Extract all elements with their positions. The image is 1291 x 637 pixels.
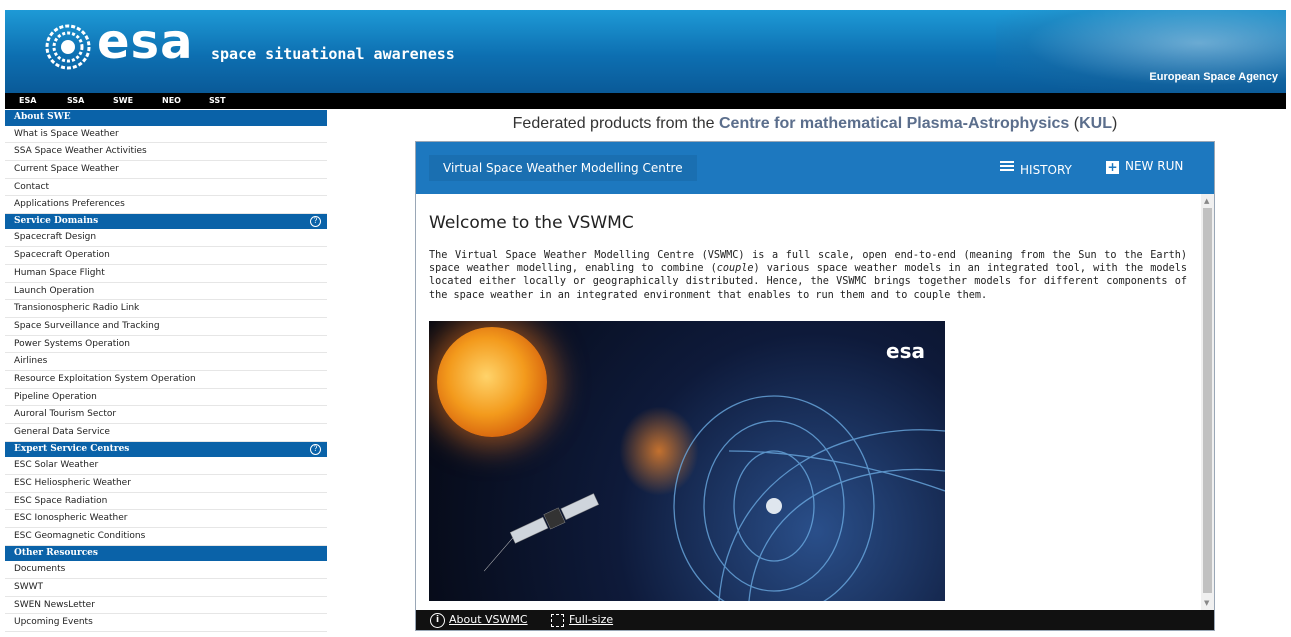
scroll-thumb[interactable]: [1203, 208, 1212, 593]
federated-prefix: Federated products from the: [512, 115, 719, 132]
site-header: esa space situational awareness European…: [5, 10, 1286, 93]
sidebar-item-auroral-tourism[interactable]: Auroral Tourism Sector: [5, 406, 327, 424]
sidebar-section-about[interactable]: About SWE: [5, 110, 327, 126]
federated-products-heading: Federated products from the Centre for m…: [415, 115, 1215, 133]
intro-emphasis: couple: [716, 263, 754, 275]
kul-link[interactable]: KUL: [1079, 115, 1112, 132]
fullscreen-icon[interactable]: [551, 614, 564, 627]
nav-neo[interactable]: NEO: [162, 96, 181, 105]
scroll-up-icon[interactable]: ▲: [1204, 197, 1209, 205]
full-size-link[interactable]: Full-size: [569, 613, 613, 626]
space-weather-hero-image: esa: [429, 321, 945, 601]
sidebar-item-esc-solar-weather[interactable]: ESC Solar Weather: [5, 457, 327, 475]
nav-ssa[interactable]: SSA: [67, 96, 84, 105]
nav-sst[interactable]: SST: [209, 96, 226, 105]
list-icon: [1000, 159, 1014, 173]
sidebar-item-upcoming-events[interactable]: Upcoming Events: [5, 614, 327, 632]
nav-esa[interactable]: ESA: [19, 96, 36, 105]
sidebar-item-spacecraft-operation[interactable]: Spacecraft Operation: [5, 247, 327, 265]
sidebar-item-current-space-weather[interactable]: Current Space Weather: [5, 161, 327, 179]
sidebar-section-other-resources[interactable]: Other Resources: [5, 545, 327, 562]
magnetosphere-graphic: [483, 395, 945, 601]
sidebar-item-esc-space-radiation[interactable]: ESC Space Radiation: [5, 493, 327, 511]
help-icon[interactable]: ?: [310, 443, 321, 455]
help-icon[interactable]: ?: [310, 215, 321, 227]
about-vswmc-link[interactable]: About VSWMC: [449, 613, 528, 626]
sidebar-item-swen-newsletter[interactable]: SWEN NewsLetter: [5, 597, 327, 615]
history-label: HISTORY: [1020, 163, 1072, 177]
section-title: About SWE: [14, 112, 71, 122]
nav-swe[interactable]: SWE: [113, 96, 133, 105]
info-circle-icon[interactable]: i: [430, 613, 445, 628]
panel-content: Welcome to the VSWMC The Virtual Space W…: [416, 194, 1201, 610]
esa-watermark: esa: [886, 339, 925, 363]
scroll-down-icon[interactable]: ▼: [1204, 599, 1209, 607]
esa-logo-mark[interactable]: [45, 24, 91, 70]
new-run-label: NEW RUN: [1125, 159, 1184, 173]
site-tagline: space situational awareness: [211, 45, 455, 63]
section-title: Other Resources: [14, 547, 98, 558]
section-title: Expert Service Centres: [14, 443, 130, 454]
sidebar-item-esc-ionospheric-weather[interactable]: ESC Ionospheric Weather: [5, 510, 327, 528]
sidebar-item-transionospheric-radio-link[interactable]: Transionospheric Radio Link: [5, 300, 327, 318]
sidebar-item-swwt[interactable]: SWWT: [5, 579, 327, 597]
cmpa-link[interactable]: Centre for mathematical Plasma-Astrophys…: [719, 115, 1069, 132]
sidebar-item-ssa-activities[interactable]: SSA Space Weather Activities: [5, 143, 327, 161]
sidebar-item-contact[interactable]: Contact: [5, 179, 327, 197]
sidebar-item-power-systems[interactable]: Power Systems Operation: [5, 336, 327, 354]
top-nav: ESA SSA SWE NEO SST: [5, 93, 1286, 109]
sidebar-item-spacecraft-design[interactable]: Spacecraft Design: [5, 229, 327, 248]
sidebar-item-esc-heliospheric-weather[interactable]: ESC Heliospheric Weather: [5, 475, 327, 493]
sidebar-item-esc-geomagnetic-conditions[interactable]: ESC Geomagnetic Conditions: [5, 528, 327, 546]
section-title: Service Domains: [14, 215, 99, 226]
federated-suffix: ): [1112, 115, 1118, 132]
vswmc-panel: Virtual Space Weather Modelling Centre H…: [415, 141, 1215, 631]
esa-logo-text[interactable]: esa: [97, 14, 194, 70]
sidebar-item-human-space-flight[interactable]: Human Space Flight: [5, 265, 327, 283]
sidebar-item-pipeline-operation[interactable]: Pipeline Operation: [5, 389, 327, 407]
sidebar-item-what-is-space-weather[interactable]: What is Space Weather: [5, 126, 327, 144]
panel-footer: i About VSWMC Full-size: [416, 610, 1214, 630]
federated-mid: (: [1069, 115, 1080, 132]
sidebar-item-space-surveillance[interactable]: Space Surveillance and Tracking: [5, 318, 327, 336]
sidebar-section-expert-service-centres[interactable]: Expert Service Centres?: [5, 441, 327, 458]
sidebar-item-resource-exploitation[interactable]: Resource Exploitation System Operation: [5, 371, 327, 389]
agency-label: European Space Agency: [1149, 71, 1278, 83]
welcome-title: Welcome to the VSWMC: [429, 213, 634, 233]
panel-header: Virtual Space Weather Modelling Centre H…: [416, 142, 1214, 194]
content-scrollbar[interactable]: ▲ ▼: [1201, 194, 1214, 610]
sidebar-section-service-domains[interactable]: Service Domains?: [5, 213, 327, 230]
sidebar: About SWE What is Space Weather SSA Spac…: [5, 110, 327, 632]
history-button[interactable]: HISTORY: [1000, 159, 1072, 177]
sidebar-item-documents[interactable]: Documents: [5, 561, 327, 579]
sidebar-item-airlines[interactable]: Airlines: [5, 353, 327, 371]
sidebar-item-launch-operation[interactable]: Launch Operation: [5, 283, 327, 301]
new-run-button[interactable]: + NEW RUN: [1106, 159, 1183, 174]
plus-box-icon: +: [1106, 160, 1119, 174]
app-title[interactable]: Virtual Space Weather Modelling Centre: [429, 155, 697, 181]
intro-paragraph: The Virtual Space Weather Modelling Cent…: [429, 249, 1187, 302]
sidebar-item-applications-preferences[interactable]: Applications Preferences: [5, 196, 327, 214]
sidebar-item-general-data-service[interactable]: General Data Service: [5, 424, 327, 442]
